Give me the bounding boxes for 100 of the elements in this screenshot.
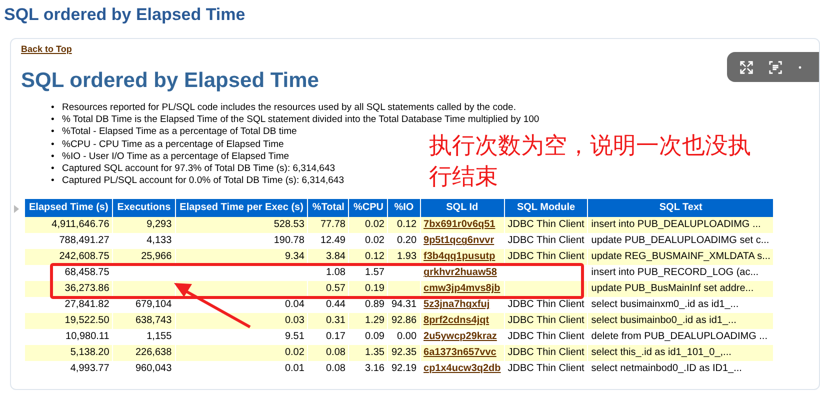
table-cell: 0.17 — [326, 331, 346, 342]
table-cell: 528.53 — [274, 219, 304, 230]
table-cell: 68,458.75 — [64, 267, 110, 278]
table-cell: 0.02 — [284, 347, 304, 358]
table-cell: 0.31 — [326, 315, 346, 326]
back-to-top-link[interactable]: Back to Top — [21, 45, 72, 54]
table-cell: 960,043 — [136, 363, 172, 374]
table-cell: 1.57 — [365, 267, 384, 278]
table-cell: 0.19 — [365, 283, 384, 294]
table-cell: 0.08 — [326, 363, 346, 374]
column-header: Elapsed Time per Exec (s) — [176, 199, 308, 218]
expand-icon[interactable] — [739, 60, 754, 74]
table-cell: JDBC Thin Client — [508, 347, 584, 358]
table-cell: 9.51 — [284, 331, 304, 342]
table-cell: 1.35 — [365, 347, 384, 358]
table-cell: 5,138.20 — [70, 347, 110, 358]
sql-id-link[interactable]: 9p5t1qcg6nvvr — [424, 235, 494, 246]
column-header: Executions — [113, 199, 175, 218]
sql-id-link[interactable]: cp1x4ucw3q2db — [424, 363, 501, 374]
table-cell: 1,155 — [146, 331, 172, 342]
table-cell: 0.08 — [326, 347, 346, 358]
table-cell: 679,104 — [136, 299, 172, 310]
table-cell: 3.16 — [365, 363, 384, 374]
text-scan-icon[interactable] — [768, 60, 783, 74]
bullet: • — [51, 126, 56, 139]
table-cell: 9,293 — [146, 219, 172, 230]
bullet: • — [51, 102, 56, 114]
table-cell: 0.01 — [284, 363, 304, 374]
table-cell: JDBC Thin Client — [508, 363, 584, 374]
bullet: • — [51, 150, 56, 164]
table-cell: 226,638 — [136, 347, 172, 358]
table-cell: 4,133 — [146, 235, 172, 246]
bullet: • — [51, 138, 56, 151]
note-item: % Total DB Time is the Elapsed Time of the SQL statement divided into the Total Database Time multiplied by 100 — [62, 114, 540, 126]
table-cell: delete from PUB_DEALUPLOADIMG ... — [591, 331, 768, 342]
table-cell: JDBC Thin Client — [508, 235, 584, 246]
table-cell: 12.49 — [320, 235, 346, 246]
table-cell: 25,966 — [141, 251, 172, 262]
column-header: %Total — [308, 199, 348, 218]
note-item: Captured SQL account for 97.3% of Total DB Time (s): 6,314,643 — [62, 163, 336, 176]
column-header: %CPU — [349, 199, 388, 218]
table-cell: 92.19 — [391, 363, 417, 374]
table-cell: 1.93 — [397, 251, 417, 262]
table-cell: 0.09 — [365, 331, 384, 342]
table-cell: 0.02 — [365, 219, 384, 230]
table-cell: 190.78 — [274, 235, 304, 246]
table-cell: 0.89 — [365, 299, 384, 310]
table-cell: 1.29 — [365, 315, 384, 326]
table-cell: JDBC Thin Client — [508, 299, 584, 310]
table-cell: 9.34 — [284, 251, 304, 262]
table-cell: 0.04 — [284, 299, 304, 310]
table-cell: JDBC Thin Client — [508, 331, 584, 342]
annotation-text: 执行次数为空，说明一次也没执行结束 — [429, 132, 752, 192]
table-cell: 94.31 — [391, 299, 417, 310]
bullet: • — [51, 163, 56, 176]
table-cell: 0.57 — [326, 283, 346, 294]
table-cell: 0.20 — [397, 235, 417, 246]
table-cell: update PUB_BusMainInf set addre... — [591, 283, 754, 294]
table-cell: 788,491.27 — [59, 235, 110, 246]
table-cell: JDBC Thin Client — [508, 251, 584, 262]
column-header: SQL Module — [504, 199, 588, 218]
table-cell: 638,743 — [136, 315, 172, 326]
table-cell: update REG_BUSMAINF_XMLDATA s... — [591, 251, 770, 262]
table-cell: insert into PUB_RECORD_LOG (ac... — [591, 267, 759, 278]
column-header: %IO — [388, 199, 420, 218]
table-cell: 10,980.11 — [66, 331, 110, 342]
table-cell: 0.00 — [397, 331, 417, 342]
note-item: Captured PL/SQL account for 0.0% of Total DB Time (s): 6,314,643 — [62, 175, 344, 188]
table-cell: 92.35 — [391, 347, 417, 358]
column-header: Elapsed Time (s) — [25, 199, 112, 218]
column-header: SQL Id — [420, 199, 504, 218]
table-cell: select this_.id as id1_101_0_,... — [591, 347, 732, 358]
report-title: SQL ordered by Elapsed Time — [21, 69, 320, 93]
note-item: %Total - Elapsed Time as a percentage of Total DB time — [62, 126, 297, 139]
table-cell: 4,911,646.76 — [52, 219, 110, 230]
table-cell: 242,608.75 — [59, 251, 110, 262]
table-cell: insert into PUB_DEALUPLOADIMG ... — [591, 219, 761, 230]
table-cell: 0.44 — [326, 299, 346, 310]
table-cell: 0.03 — [284, 315, 304, 326]
note-item: %CPU - CPU Time as a percentage of Elapsed Time — [62, 138, 284, 151]
table-cell: 36,273.86 — [64, 283, 110, 294]
bullet: • — [51, 175, 56, 188]
table-cell: 3.84 — [326, 251, 346, 262]
page-title: SQL ordered by Elapsed Time — [3, 4, 246, 26]
table-cell: select netmainbod0_.ID as ID1_... — [591, 363, 742, 374]
table-cell: JDBC Thin Client — [508, 219, 584, 230]
table-cell: 1.08 — [326, 267, 346, 278]
note-item: %IO - User I/O Time as a percentage of Elapsed Time — [62, 150, 290, 164]
table-cell: 0.12 — [365, 251, 384, 262]
column-header: SQL Text — [588, 199, 774, 218]
table-cell: JDBC Thin Client — [508, 315, 584, 326]
table-cell: 27,841.82 — [64, 299, 110, 310]
table-cell: update PUB_DEALUPLOADIMG set c... — [591, 235, 770, 246]
table-cell: select busimainxm0_.id as id1_... — [591, 299, 739, 310]
bullet: • — [51, 114, 56, 126]
table-cell: 0.12 — [397, 219, 417, 230]
note-item: Resources reported for PL/SQL code includes the resources used by all SQL statements called by the code. — [62, 102, 516, 114]
table-cell: select busimainbo0_.id as id1_... — [591, 315, 736, 326]
table-cell: 77.78 — [320, 219, 346, 230]
sql-id-link[interactable]: 5z3jna7hgxfuj — [424, 299, 490, 310]
